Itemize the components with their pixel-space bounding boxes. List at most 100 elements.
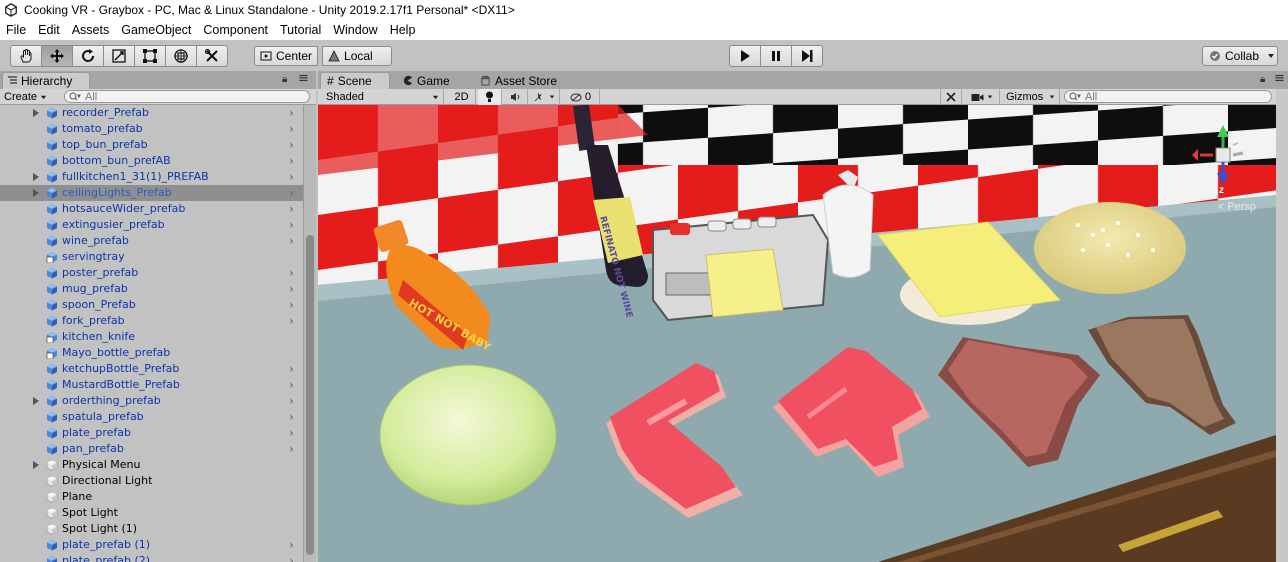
menu-edit[interactable]: Edit: [32, 23, 66, 37]
hierarchy-item[interactable]: top_bun_prefab ›: [0, 137, 303, 153]
hierarchy-item[interactable]: bottom_bun_prefAB ›: [0, 153, 303, 169]
hierarchy-item[interactable]: Spot Light: [0, 505, 303, 521]
scrollbar-thumb[interactable]: [306, 235, 314, 555]
lighting-toggle[interactable]: [478, 89, 502, 105]
foldout-arrow-icon[interactable]: [33, 397, 39, 405]
hierarchy-item[interactable]: tomato_prefab ›: [0, 121, 303, 137]
rotate-tool-button[interactable]: [72, 45, 104, 67]
prefab-open-chevron-icon[interactable]: ›: [289, 105, 294, 121]
prefab-open-chevron-icon[interactable]: ›: [289, 425, 294, 441]
prefab-open-chevron-icon[interactable]: ›: [289, 553, 294, 562]
prefab-open-chevron-icon[interactable]: ›: [289, 409, 294, 425]
projection-label[interactable]: < Persp: [1218, 201, 1256, 213]
prefab-open-chevron-icon[interactable]: ›: [289, 361, 294, 377]
menu-component[interactable]: Component: [197, 23, 274, 37]
scene-scrollbar[interactable]: [1276, 89, 1288, 562]
foldout-arrow-icon[interactable]: [33, 109, 39, 117]
transform-tool-button[interactable]: [165, 45, 197, 67]
hierarchy-item[interactable]: poster_prefab ›: [0, 265, 303, 281]
hierarchy-item[interactable]: recorder_Prefab ›: [0, 105, 303, 121]
tab-scene[interactable]: # Scene: [320, 72, 390, 89]
prefab-open-chevron-icon[interactable]: ›: [289, 313, 294, 329]
prefab-open-chevron-icon[interactable]: ›: [289, 137, 294, 153]
hierarchy-item[interactable]: Directional Light: [0, 473, 303, 489]
hierarchy-item[interactable]: fullkitchen1_31(1)_PREFAB ›: [0, 169, 303, 185]
effects-dropdown[interactable]: [530, 89, 560, 105]
pivot-rotation-button[interactable]: Local: [322, 46, 393, 66]
scale-tool-button[interactable]: [103, 45, 135, 67]
hierarchy-item[interactable]: extingusier_prefab ›: [0, 217, 303, 233]
tab-hierarchy[interactable]: Hierarchy: [2, 72, 90, 89]
shading-mode-dropdown[interactable]: Shaded: [322, 89, 444, 105]
prefab-open-chevron-icon[interactable]: ›: [289, 169, 294, 185]
hierarchy-search-input[interactable]: All: [64, 90, 310, 103]
prefab-open-chevron-icon[interactable]: ›: [289, 217, 294, 233]
foldout-arrow-icon[interactable]: [33, 461, 39, 469]
custom-tool-button[interactable]: [196, 45, 228, 67]
prefab-open-chevron-icon[interactable]: ›: [289, 393, 294, 409]
play-button[interactable]: [729, 45, 761, 67]
menu-assets[interactable]: Assets: [66, 23, 116, 37]
hierarchy-scrollbar[interactable]: [303, 105, 316, 562]
hierarchy-item[interactable]: wine_prefab ›: [0, 233, 303, 249]
hierarchy-item[interactable]: MustardBottle_Prefab ›: [0, 377, 303, 393]
hierarchy-item[interactable]: ketchupBottle_Prefab ›: [0, 361, 303, 377]
foldout-arrow-icon[interactable]: [33, 173, 39, 181]
prefab-open-chevron-icon[interactable]: ›: [289, 441, 294, 457]
hierarchy-item[interactable]: Spot Light (1): [0, 521, 303, 537]
prefab-open-chevron-icon[interactable]: ›: [289, 185, 294, 201]
hierarchy-item[interactable]: pan_prefab ›: [0, 441, 303, 457]
scene-viewport[interactable]: HOT NOT BABY REFINATO NOT WINE z < Persp: [318, 105, 1276, 562]
foldout-arrow-icon[interactable]: [33, 189, 39, 197]
prefab-open-chevron-icon[interactable]: ›: [289, 153, 294, 169]
gizmos-dropdown[interactable]: Gizmos: [1002, 89, 1060, 105]
tab-asset-store[interactable]: Asset Store: [474, 72, 584, 89]
prefab-open-chevron-icon[interactable]: ›: [289, 377, 294, 393]
prefab-open-chevron-icon[interactable]: ›: [289, 281, 294, 297]
pivot-mode-button[interactable]: Center: [254, 46, 319, 66]
prefab-open-chevron-icon[interactable]: ›: [289, 537, 294, 553]
prefab-open-chevron-icon[interactable]: ›: [289, 265, 294, 281]
collab-button[interactable]: Collab: [1202, 46, 1278, 66]
rect-tool-button[interactable]: [134, 45, 166, 67]
tab-game[interactable]: Game: [396, 72, 468, 89]
prefab-open-chevron-icon[interactable]: ›: [289, 297, 294, 313]
hierarchy-item[interactable]: mug_prefab ›: [0, 281, 303, 297]
hierarchy-item[interactable]: orderthing_prefab ›: [0, 393, 303, 409]
menu-tutorial[interactable]: Tutorial: [274, 23, 327, 37]
create-dropdown[interactable]: Create: [4, 90, 47, 104]
hand-tool-button[interactable]: [10, 45, 42, 67]
toggle-2d-button[interactable]: 2D: [448, 89, 476, 105]
hierarchy-item[interactable]: servingtray: [0, 249, 303, 265]
tools-toggle[interactable]: [940, 89, 962, 105]
hierarchy-item[interactable]: hotsauceWider_prefab ›: [0, 201, 303, 217]
hierarchy-item[interactable]: plate_prefab (1) ›: [0, 537, 303, 553]
scene-panel-menu-icon[interactable]: ≡: [1274, 71, 1285, 86]
camera-settings-dropdown[interactable]: [964, 89, 1000, 105]
hierarchy-item[interactable]: kitchen_knife: [0, 329, 303, 345]
hierarchy-item[interactable]: Physical Menu: [0, 457, 303, 473]
lock-icon[interactable]: 🔒︎: [282, 74, 287, 85]
hierarchy-item[interactable]: ceilingLights_Prefab ›: [0, 185, 303, 201]
hidden-objects-toggle[interactable]: 0: [562, 89, 600, 105]
menu-gameobject[interactable]: GameObject: [115, 23, 197, 37]
scene-search-input[interactable]: All: [1064, 90, 1272, 103]
audio-toggle[interactable]: [504, 89, 528, 105]
hierarchy-item[interactable]: spatula_prefab ›: [0, 409, 303, 425]
hierarchy-item[interactable]: plate_prefab ›: [0, 425, 303, 441]
hierarchy-item[interactable]: spoon_Prefab ›: [0, 297, 303, 313]
prefab-open-chevron-icon[interactable]: ›: [289, 121, 294, 137]
hierarchy-item[interactable]: plate_prefab (2) ›: [0, 553, 303, 562]
pause-button[interactable]: [760, 45, 792, 67]
menu-help[interactable]: Help: [384, 23, 422, 37]
prefab-open-chevron-icon[interactable]: ›: [289, 201, 294, 217]
panel-menu-icon[interactable]: ≡: [298, 71, 309, 86]
move-tool-button[interactable]: [41, 45, 73, 67]
hierarchy-item[interactable]: fork_prefab ›: [0, 313, 303, 329]
menu-window[interactable]: Window: [327, 23, 383, 37]
step-button[interactable]: [791, 45, 823, 67]
menu-file[interactable]: File: [0, 23, 32, 37]
hierarchy-item[interactable]: Plane: [0, 489, 303, 505]
hierarchy-item[interactable]: Mayo_bottle_prefab: [0, 345, 303, 361]
scene-lock-icon[interactable]: 🔒︎: [1260, 74, 1265, 85]
